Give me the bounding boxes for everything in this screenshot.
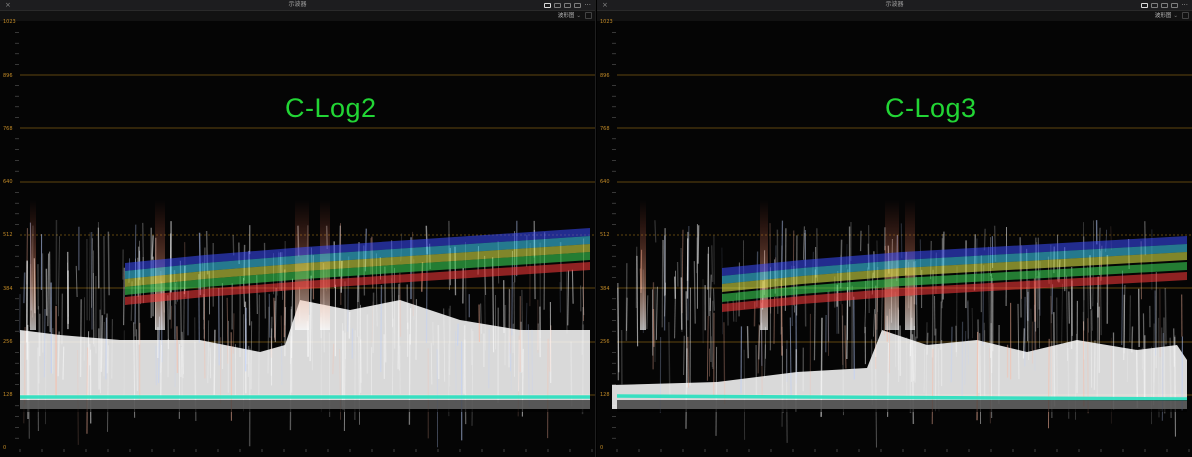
scale-label: 128 xyxy=(600,392,610,398)
scale-label: 384 xyxy=(600,286,610,292)
scale-label: 256 xyxy=(3,339,13,345)
scale-label: 1023 xyxy=(3,19,16,25)
scope-panel-right: × 示波器 ··· 波形图 ⌄ 1023 896 768 640 512 384 … xyxy=(597,0,1192,457)
waveform-scope xyxy=(15,32,595,452)
scale-label: 512 xyxy=(600,232,610,238)
scale-label: 768 xyxy=(600,126,610,132)
scale-label: 896 xyxy=(3,73,13,79)
curve-name-label: C-Log2 xyxy=(285,93,377,123)
scale-label: 384 xyxy=(3,286,13,292)
scale-label: 0 xyxy=(600,445,604,451)
curve-name-label: C-Log3 xyxy=(885,93,977,123)
scale-label: 1023 xyxy=(600,19,613,25)
scale-label: 512 xyxy=(3,232,13,238)
scope-panel-left: × 示波器 ··· 波形图 ⌄ 1023 896 768 640 512 384 … xyxy=(0,0,596,457)
waveform-scope xyxy=(612,32,1192,452)
scale-label: 0 xyxy=(3,445,7,451)
scale-label: 128 xyxy=(3,392,13,398)
scale-label: 640 xyxy=(600,179,610,185)
scale-label: 256 xyxy=(600,339,610,345)
scale-label: 896 xyxy=(600,73,610,79)
scale-label: 768 xyxy=(3,126,13,132)
scale-label: 640 xyxy=(3,179,13,185)
